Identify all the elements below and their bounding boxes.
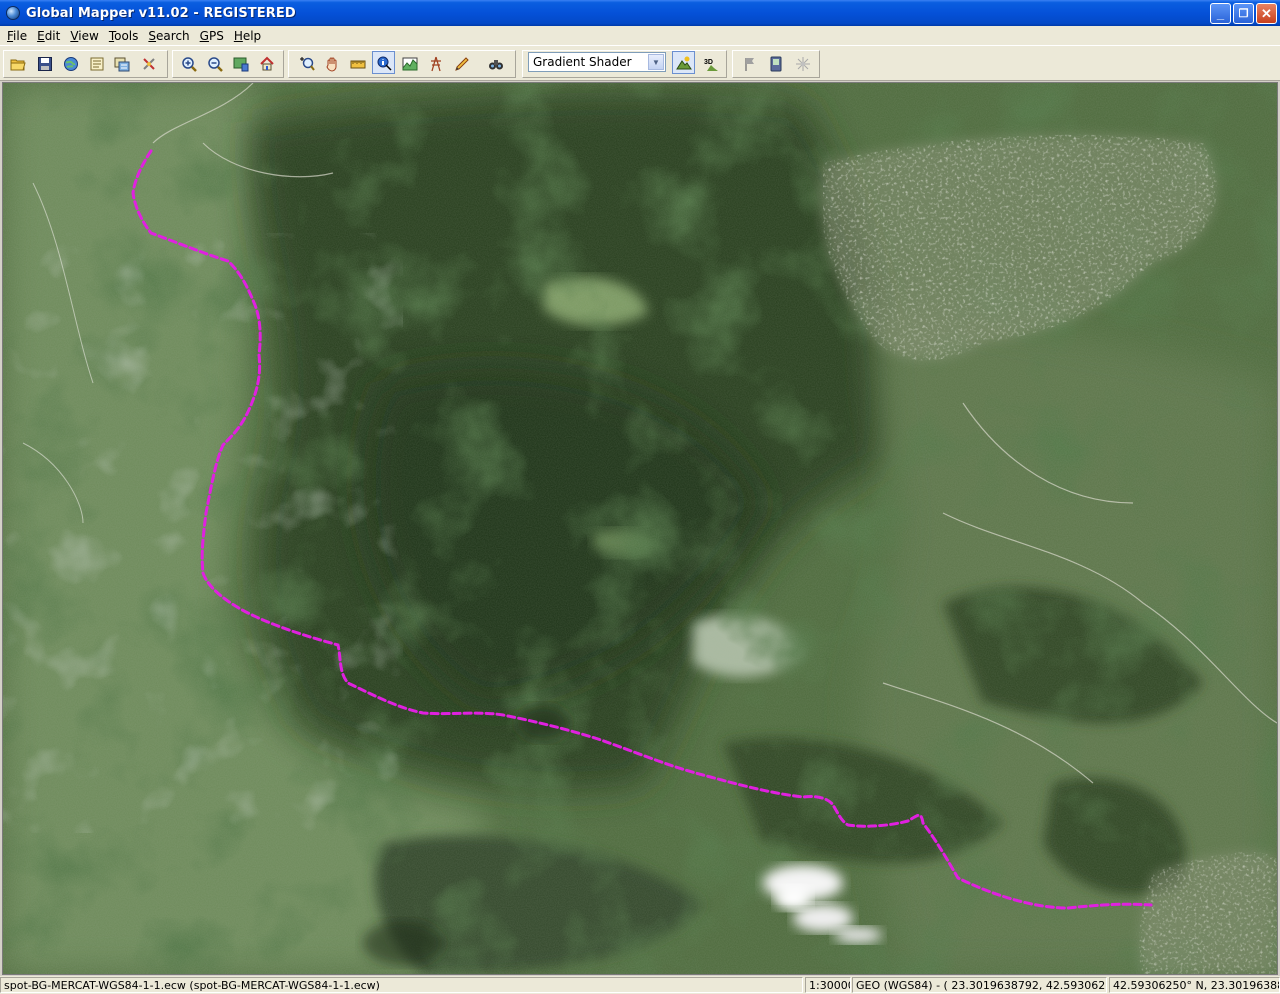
gps-mark-button[interactable] — [738, 52, 761, 75]
title-bar: Global Mapper v11.02 - REGISTERED _ ❐ ✕ — [0, 0, 1280, 26]
maximize-button[interactable]: ❐ — [1233, 3, 1254, 24]
menu-search[interactable]: Search — [143, 29, 194, 43]
menu-tools[interactable]: Tools — [104, 29, 144, 43]
menu-file[interactable]: File — [2, 29, 32, 43]
menu-view[interactable]: View — [65, 29, 103, 43]
minimize-icon: _ — [1216, 6, 1225, 21]
menu-edit[interactable]: Edit — [32, 29, 65, 43]
zoom-in-button[interactable] — [177, 52, 200, 75]
power-line-tool-button[interactable] — [424, 52, 447, 75]
close-button[interactable]: ✕ — [1256, 3, 1277, 24]
tools-icon — [142, 57, 155, 70]
overlay-control-button[interactable] — [110, 52, 133, 75]
gps-vessel-button[interactable] — [791, 52, 814, 75]
restore-icon: ❐ — [1238, 8, 1249, 20]
digitizer-icon — [454, 56, 469, 71]
shader-select-value: Gradient Shader — [533, 55, 632, 69]
zoom-in-icon — [181, 56, 197, 72]
zoom-out-button[interactable] — [203, 52, 226, 75]
status-projection: GEO (WGS84) - ( 23.3019638792, 42.593062… — [852, 977, 1107, 993]
home-icon — [259, 56, 274, 70]
status-scale: 1:30000 — [805, 977, 851, 993]
window-controls: _ ❐ ✕ — [1210, 3, 1277, 24]
status-latlon: 42.59306250° N, 23.30196388° E — [1109, 977, 1280, 993]
status-file: spot-BG-MERCAT-WGS84-1-1.ecw (spot-BG-ME… — [0, 977, 803, 993]
power-line-icon — [430, 56, 441, 71]
menu-bar: File Edit View Tools Search GPS Help — [0, 26, 1280, 45]
minimize-button[interactable]: _ — [1210, 3, 1231, 24]
open-folder-icon — [10, 59, 26, 70]
open-button[interactable] — [6, 52, 29, 75]
status-bar: spot-BG-MERCAT-WGS84-1-1.ecw (spot-BG-ME… — [0, 976, 1280, 994]
measure-tool-button[interactable] — [346, 52, 369, 75]
pan-tool-button[interactable] — [320, 52, 343, 75]
zoom-tool-icon — [299, 56, 315, 71]
gps-mark-icon — [744, 57, 754, 71]
gps-vessel-icon — [795, 56, 810, 71]
tools-button[interactable] — [137, 52, 160, 75]
chevron-down-icon[interactable]: ▼ — [648, 54, 664, 70]
menu-help[interactable]: Help — [229, 29, 266, 43]
pan-tool-icon — [325, 57, 336, 72]
3d-view-icon: 3D — [704, 59, 718, 71]
config-icon — [90, 57, 103, 70]
map-view[interactable] — [2, 82, 1278, 975]
svg-text:3D: 3D — [704, 59, 713, 66]
digitizer-tool-button[interactable] — [450, 52, 473, 75]
close-icon: ✕ — [1261, 5, 1272, 21]
feature-info-tool-icon — [377, 56, 392, 71]
shader-select[interactable]: Gradient Shader ▼ — [528, 52, 666, 72]
zoom-tool-button[interactable] — [295, 52, 318, 75]
menu-gps[interactable]: GPS — [195, 29, 229, 43]
gps-track-icon — [770, 56, 781, 71]
shader-settings-icon — [675, 56, 692, 69]
search-button[interactable] — [484, 52, 507, 75]
gps-track-button[interactable] — [764, 52, 787, 75]
full-view-button[interactable] — [229, 52, 252, 75]
shader-settings-button[interactable] — [672, 51, 695, 74]
globe-app-icon[interactable] — [6, 6, 20, 20]
search-binoculars-icon — [488, 59, 503, 69]
download-online-button[interactable] — [59, 52, 82, 75]
save-button[interactable] — [33, 52, 56, 75]
feature-info-tool-button[interactable] — [372, 51, 395, 74]
save-icon — [37, 56, 52, 71]
home-button[interactable] — [255, 52, 278, 75]
full-view-icon — [233, 57, 248, 71]
configuration-button[interactable] — [85, 52, 108, 75]
zoom-out-icon — [207, 56, 223, 72]
path-profile-button[interactable] — [398, 52, 421, 75]
path-profile-icon — [402, 57, 417, 70]
overlay-control-icon — [114, 57, 129, 71]
satellite-imagery[interactable] — [3, 83, 1277, 974]
window-title: Global Mapper v11.02 - REGISTERED — [26, 5, 296, 21]
3d-view-button[interactable]: 3D — [699, 52, 722, 75]
measure-tool-icon — [350, 60, 365, 68]
globe-icon — [63, 56, 78, 71]
